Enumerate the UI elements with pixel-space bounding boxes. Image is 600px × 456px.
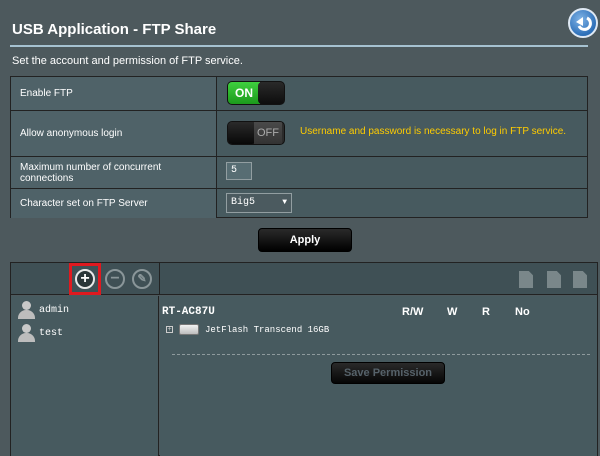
- add-user-button[interactable]: +: [75, 269, 95, 289]
- user-name: admin: [39, 304, 70, 316]
- max-connections-label: Maximum number of concurrent connections: [11, 157, 217, 188]
- permission-area: RT-AC87U R/W W R No + JetFlash Transcend…: [160, 296, 597, 456]
- enable-ftp-toggle[interactable]: ON: [227, 81, 285, 105]
- charset-selected-value: Big5: [231, 197, 256, 208]
- page-subtitle: Set the account and permission of FTP se…: [12, 55, 243, 67]
- column-w: W: [447, 306, 458, 318]
- toggle-on-label: ON: [228, 82, 260, 104]
- device-name: JetFlash Transcend 16GB: [205, 324, 330, 335]
- column-rw: R/W: [402, 306, 424, 318]
- anonymous-login-toggle[interactable]: OFF: [227, 121, 285, 145]
- dropdown-arrow-icon: ▼: [282, 198, 287, 207]
- title-bar: USB Application - FTP Share: [0, 0, 600, 46]
- page-title: USB Application - FTP Share: [12, 21, 217, 38]
- header-divider: [10, 45, 588, 47]
- column-no: No: [515, 306, 530, 318]
- column-r: R: [482, 306, 490, 318]
- delete-folder-icon[interactable]: [547, 271, 561, 288]
- row-enable-ftp: Enable FTP ON: [11, 77, 587, 111]
- charset-label: Character set on FTP Server: [11, 189, 217, 218]
- permission-panel: + − ✎ admin test RT-AC87U R/W W R No + J…: [10, 262, 598, 456]
- dashed-divider: [172, 354, 590, 355]
- expand-icon[interactable]: +: [166, 326, 173, 333]
- toggle-off-label: OFF: [254, 122, 282, 144]
- ftp-settings-table: Enable FTP ON Allow anonymous login OFF …: [10, 76, 588, 218]
- add-icon: +: [80, 270, 90, 287]
- charset-select[interactable]: Big5 ▼: [226, 193, 292, 213]
- edit-folder-icon[interactable]: [573, 271, 587, 288]
- router-name: RT-AC87U: [162, 306, 215, 318]
- toolbar-divider: [159, 263, 160, 295]
- remove-icon: −: [110, 270, 120, 287]
- user-name: test: [39, 327, 64, 339]
- edit-icon: ✎: [137, 272, 147, 285]
- remove-user-button[interactable]: −: [105, 269, 125, 289]
- anonymous-warning-text: Username and password is necessary to lo…: [300, 126, 567, 137]
- user-icon: [17, 323, 35, 343]
- user-list-item-test[interactable]: test: [17, 323, 63, 343]
- back-button[interactable]: [568, 8, 598, 38]
- anonymous-login-label: Allow anonymous login: [11, 111, 217, 156]
- user-icon: [17, 300, 35, 320]
- permission-toolbar: + − ✎: [11, 263, 597, 295]
- toggle-knob: [228, 122, 256, 144]
- apply-button[interactable]: Apply: [258, 228, 352, 252]
- device-row[interactable]: + JetFlash Transcend 16GB: [166, 324, 329, 335]
- enable-ftp-label: Enable FTP: [11, 77, 217, 110]
- back-arrow-icon: [576, 16, 592, 31]
- edit-user-button[interactable]: ✎: [132, 269, 152, 289]
- save-permission-button[interactable]: Save Permission: [331, 362, 445, 384]
- user-list-item-admin[interactable]: admin: [17, 300, 69, 320]
- usb-drive-icon: [179, 324, 199, 335]
- max-connections-input[interactable]: 5: [226, 162, 252, 180]
- row-max-connections: Maximum number of concurrent connections: [11, 157, 587, 189]
- user-list: admin test: [11, 296, 159, 456]
- row-charset: Character set on FTP Server: [11, 189, 587, 218]
- toggle-knob: [258, 82, 284, 104]
- add-folder-icon[interactable]: [519, 271, 533, 288]
